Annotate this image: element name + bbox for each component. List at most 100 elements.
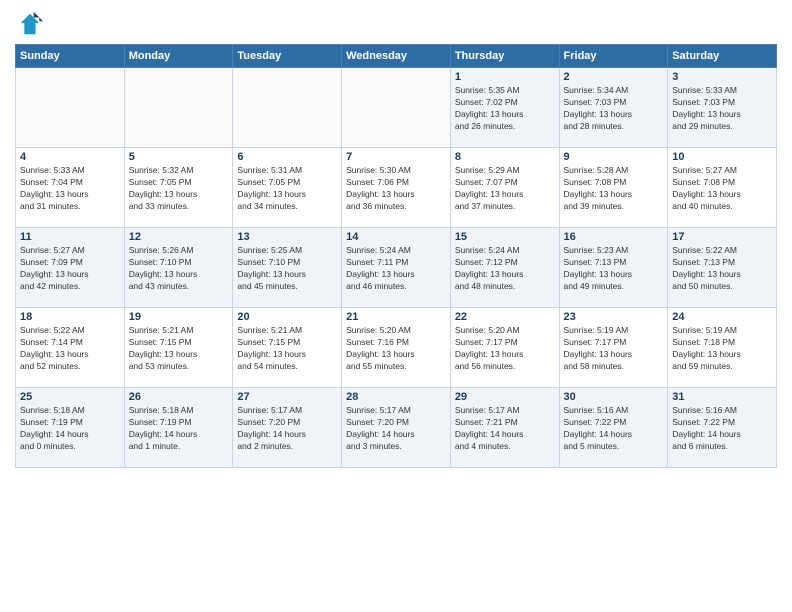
day-info: Sunrise: 5:23 AM Sunset: 7:13 PM Dayligh… (564, 245, 664, 293)
calendar-cell (342, 68, 451, 148)
day-number: 2 (564, 71, 664, 83)
calendar-cell: 27 Sunrise: 5:17 AM Sunset: 7:20 PM Dayli… (233, 388, 342, 468)
week-row-4: 18 Sunrise: 5:22 AM Sunset: 7:14 PM Dayli… (16, 308, 777, 388)
calendar-cell: 2 Sunrise: 5:34 AM Sunset: 7:03 PM Daylig… (559, 68, 668, 148)
day-info: Sunrise: 5:18 AM Sunset: 7:19 PM Dayligh… (129, 405, 229, 453)
day-info: Sunrise: 5:17 AM Sunset: 7:20 PM Dayligh… (237, 405, 337, 453)
day-info: Sunrise: 5:27 AM Sunset: 7:08 PM Dayligh… (672, 165, 772, 213)
day-info: Sunrise: 5:16 AM Sunset: 7:22 PM Dayligh… (672, 405, 772, 453)
calendar-cell: 30 Sunrise: 5:16 AM Sunset: 7:22 PM Dayli… (559, 388, 668, 468)
day-info: Sunrise: 5:35 AM Sunset: 7:02 PM Dayligh… (455, 85, 555, 133)
page-container: SundayMondayTuesdayWednesdayThursdayFrid… (0, 0, 792, 478)
day-number: 10 (672, 151, 772, 163)
day-info: Sunrise: 5:29 AM Sunset: 7:07 PM Dayligh… (455, 165, 555, 213)
calendar-cell: 18 Sunrise: 5:22 AM Sunset: 7:14 PM Dayli… (16, 308, 125, 388)
day-number: 18 (20, 311, 120, 323)
day-info: Sunrise: 5:26 AM Sunset: 7:10 PM Dayligh… (129, 245, 229, 293)
calendar-cell: 22 Sunrise: 5:20 AM Sunset: 7:17 PM Dayli… (450, 308, 559, 388)
day-info: Sunrise: 5:25 AM Sunset: 7:10 PM Dayligh… (237, 245, 337, 293)
day-number: 13 (237, 231, 337, 243)
day-info: Sunrise: 5:18 AM Sunset: 7:19 PM Dayligh… (20, 405, 120, 453)
day-number: 20 (237, 311, 337, 323)
day-number: 25 (20, 391, 120, 403)
day-number: 5 (129, 151, 229, 163)
calendar-table: SundayMondayTuesdayWednesdayThursdayFrid… (15, 44, 777, 468)
calendar-cell: 21 Sunrise: 5:20 AM Sunset: 7:16 PM Dayli… (342, 308, 451, 388)
day-number: 16 (564, 231, 664, 243)
day-number: 4 (20, 151, 120, 163)
calendar-cell: 25 Sunrise: 5:18 AM Sunset: 7:19 PM Dayli… (16, 388, 125, 468)
day-number: 9 (564, 151, 664, 163)
day-info: Sunrise: 5:22 AM Sunset: 7:14 PM Dayligh… (20, 325, 120, 373)
day-number: 22 (455, 311, 555, 323)
day-info: Sunrise: 5:17 AM Sunset: 7:21 PM Dayligh… (455, 405, 555, 453)
calendar-cell: 6Sunrise: 5:31 AM Sunset: 7:05 PM Daylig… (233, 148, 342, 228)
day-number: 31 (672, 391, 772, 403)
calendar-cell: 14Sunrise: 5:24 AM Sunset: 7:11 PM Dayli… (342, 228, 451, 308)
day-number: 1 (455, 71, 555, 83)
day-info: Sunrise: 5:19 AM Sunset: 7:17 PM Dayligh… (564, 325, 664, 373)
day-info: Sunrise: 5:20 AM Sunset: 7:17 PM Dayligh… (455, 325, 555, 373)
calendar-cell: 17 Sunrise: 5:22 AM Sunset: 7:13 PM Dayli… (668, 228, 777, 308)
day-number: 29 (455, 391, 555, 403)
day-number: 8 (455, 151, 555, 163)
week-row-3: 11 Sunrise: 5:27 AM Sunset: 7:09 PM Dayli… (16, 228, 777, 308)
day-info: Sunrise: 5:28 AM Sunset: 7:08 PM Dayligh… (564, 165, 664, 213)
weekday-header-tuesday: Tuesday (233, 45, 342, 68)
day-number: 27 (237, 391, 337, 403)
calendar-cell: 29 Sunrise: 5:17 AM Sunset: 7:21 PM Dayli… (450, 388, 559, 468)
day-number: 21 (346, 311, 446, 323)
calendar-cell: 23 Sunrise: 5:19 AM Sunset: 7:17 PM Dayli… (559, 308, 668, 388)
weekday-header-saturday: Saturday (668, 45, 777, 68)
calendar-cell: 1 Sunrise: 5:35 AM Sunset: 7:02 PM Daylig… (450, 68, 559, 148)
day-number: 12 (129, 231, 229, 243)
day-info: Sunrise: 5:31 AM Sunset: 7:05 PM Dayligh… (237, 165, 337, 213)
calendar-cell: 5Sunrise: 5:32 AM Sunset: 7:05 PM Daylig… (124, 148, 233, 228)
day-number: 17 (672, 231, 772, 243)
calendar-cell: 24Sunrise: 5:19 AM Sunset: 7:18 PM Dayli… (668, 308, 777, 388)
day-info: Sunrise: 5:21 AM Sunset: 7:15 PM Dayligh… (129, 325, 229, 373)
day-info: Sunrise: 5:22 AM Sunset: 7:13 PM Dayligh… (672, 245, 772, 293)
day-info: Sunrise: 5:27 AM Sunset: 7:09 PM Dayligh… (20, 245, 120, 293)
week-row-2: 4 Sunrise: 5:33 AM Sunset: 7:04 PM Daylig… (16, 148, 777, 228)
weekday-header-wednesday: Wednesday (342, 45, 451, 68)
calendar-cell (16, 68, 125, 148)
weekday-row: SundayMondayTuesdayWednesdayThursdayFrid… (16, 45, 777, 68)
weekday-header-sunday: Sunday (16, 45, 125, 68)
calendar-cell: 8 Sunrise: 5:29 AM Sunset: 7:07 PM Daylig… (450, 148, 559, 228)
day-number: 19 (129, 311, 229, 323)
week-row-5: 25 Sunrise: 5:18 AM Sunset: 7:19 PM Dayli… (16, 388, 777, 468)
calendar-cell: 28 Sunrise: 5:17 AM Sunset: 7:20 PM Dayli… (342, 388, 451, 468)
day-info: Sunrise: 5:33 AM Sunset: 7:04 PM Dayligh… (20, 165, 120, 213)
day-info: Sunrise: 5:24 AM Sunset: 7:11 PM Dayligh… (346, 245, 446, 293)
day-info: Sunrise: 5:17 AM Sunset: 7:20 PM Dayligh… (346, 405, 446, 453)
day-number: 11 (20, 231, 120, 243)
day-info: Sunrise: 5:30 AM Sunset: 7:06 PM Dayligh… (346, 165, 446, 213)
logo (15, 10, 47, 38)
calendar-cell: 19 Sunrise: 5:21 AM Sunset: 7:15 PM Dayli… (124, 308, 233, 388)
calendar-cell: 12 Sunrise: 5:26 AM Sunset: 7:10 PM Dayli… (124, 228, 233, 308)
calendar-cell: 26 Sunrise: 5:18 AM Sunset: 7:19 PM Dayli… (124, 388, 233, 468)
calendar-header: SundayMondayTuesdayWednesdayThursdayFrid… (16, 45, 777, 68)
calendar-cell: 11 Sunrise: 5:27 AM Sunset: 7:09 PM Dayli… (16, 228, 125, 308)
calendar-cell (124, 68, 233, 148)
day-info: Sunrise: 5:34 AM Sunset: 7:03 PM Dayligh… (564, 85, 664, 133)
calendar-cell: 15Sunrise: 5:24 AM Sunset: 7:12 PM Dayli… (450, 228, 559, 308)
weekday-header-thursday: Thursday (450, 45, 559, 68)
day-number: 24 (672, 311, 772, 323)
day-number: 23 (564, 311, 664, 323)
calendar-cell: 31 Sunrise: 5:16 AM Sunset: 7:22 PM Dayli… (668, 388, 777, 468)
day-number: 26 (129, 391, 229, 403)
calendar-cell: 13 Sunrise: 5:25 AM Sunset: 7:10 PM Dayli… (233, 228, 342, 308)
day-info: Sunrise: 5:16 AM Sunset: 7:22 PM Dayligh… (564, 405, 664, 453)
week-row-1: 1 Sunrise: 5:35 AM Sunset: 7:02 PM Daylig… (16, 68, 777, 148)
weekday-header-friday: Friday (559, 45, 668, 68)
day-number: 30 (564, 391, 664, 403)
calendar-cell: 3Sunrise: 5:33 AM Sunset: 7:03 PM Daylig… (668, 68, 777, 148)
page-header (15, 10, 777, 38)
calendar-cell: 7Sunrise: 5:30 AM Sunset: 7:06 PM Daylig… (342, 148, 451, 228)
day-info: Sunrise: 5:21 AM Sunset: 7:15 PM Dayligh… (237, 325, 337, 373)
day-info: Sunrise: 5:20 AM Sunset: 7:16 PM Dayligh… (346, 325, 446, 373)
calendar-body: 1 Sunrise: 5:35 AM Sunset: 7:02 PM Daylig… (16, 68, 777, 468)
day-number: 28 (346, 391, 446, 403)
